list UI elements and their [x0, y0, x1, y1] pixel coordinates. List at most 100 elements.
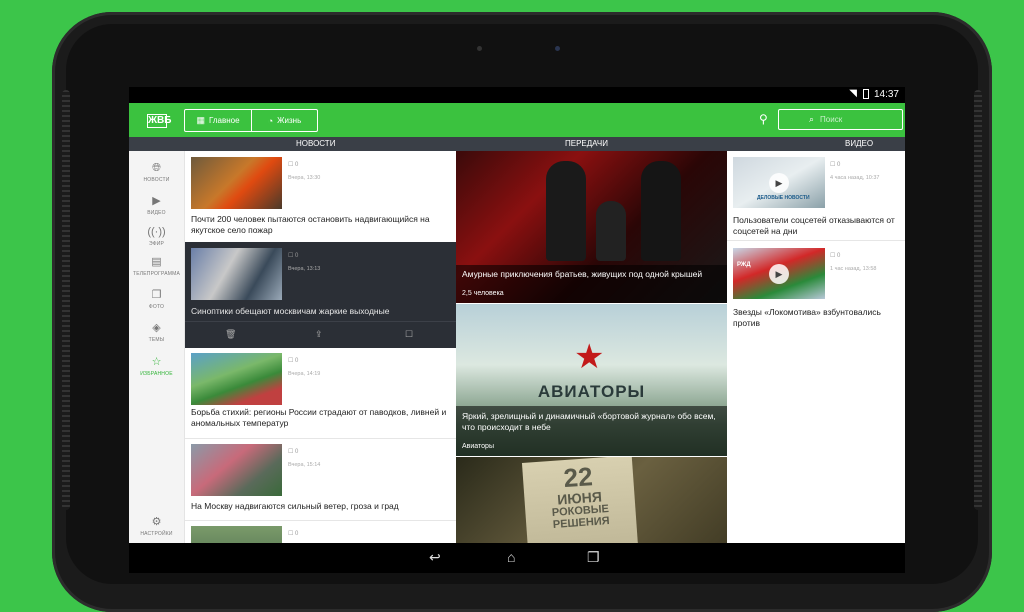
search-input[interactable]: ⌕ Поиск — [778, 109, 903, 130]
video-time: 4 часа назад, 10:37 — [830, 175, 880, 181]
nav-item-news[interactable]: 🌐︎ НОВОСТИ — [129, 161, 184, 183]
clock-icon: ◔ — [267, 115, 274, 126]
show-title: Амурные приключения братьев, живущих под… — [462, 269, 703, 279]
news-time: Вчера, 14:19 — [288, 371, 321, 377]
app-logo[interactable]: ЖВБ — [147, 114, 171, 128]
comments-count: ☐ 0 — [288, 253, 299, 259]
share-icon[interactable]: ⇪ — [315, 329, 323, 340]
photo-icon: ❐ — [151, 289, 162, 301]
nav-item-live[interactable]: ((·)) ЭФИР — [129, 225, 184, 247]
video-title: Звезды «Локомотива» взбунтовались против — [733, 307, 881, 328]
news-actions: 🗑︎ ⇪ ☐ — [185, 321, 456, 348]
video-item[interactable]: ▶ ДЕЛОВЫЕ НОВОСТИ ☐ 0 4 часа назад, 10:3… — [727, 151, 905, 241]
news-item-selected[interactable]: ☐ 0 Вчера, 13:13 Синоптики обещают москв… — [185, 242, 456, 348]
nav-label: ВИДЕО — [147, 210, 166, 216]
location-icon[interactable]: ⚲ — [759, 112, 768, 126]
column-headers: НОВОСТИ ПЕРЕДАЧИ ВИДЕО — [129, 137, 905, 151]
nav-item-favorites[interactable]: ☆ ИЗБРАННОЕ — [129, 355, 184, 377]
tab-life-label: Жизнь — [277, 116, 302, 125]
thumb-label: ДЕЛОВЫЕ НОВОСТИ — [757, 195, 810, 201]
column-header-shows: ПЕРЕДАЧИ — [565, 139, 608, 148]
nav-label: НОВОСТИ — [143, 177, 170, 183]
status-bar: ◥ 14:37 — [129, 87, 905, 103]
tab-main-label: Главное — [208, 116, 240, 125]
globe-icon: 🌐︎ — [152, 162, 161, 174]
news-title: Синоптики обещают москвичам жаркие выход… — [191, 306, 390, 316]
video-title: Пользователи соцсетей отказываются от со… — [733, 215, 895, 236]
side-nav: 🌐︎ НОВОСТИ ▶ ВИДЕО ((·)) ЭФИР ▤ ТЕЛЕПРОГ… — [129, 151, 185, 573]
battery-icon — [863, 89, 869, 99]
tablet-screen: ◥ 14:37 ЖВБ ▦ Главное ◔ Жизнь ⚲ ⌕ Поиск … — [129, 87, 905, 573]
news-thumbnail — [191, 248, 282, 300]
show-name: Авиаторы — [462, 443, 494, 450]
video-column: ▶ ДЕЛОВЫЕ НОВОСТИ ☐ 0 4 часа назад, 10:3… — [727, 151, 905, 573]
clock: 14:37 — [873, 89, 899, 100]
comments-count: ☐ 0 — [288, 449, 299, 455]
play-icon: ▶ — [152, 195, 161, 207]
news-time: Вчера, 13:30 — [288, 175, 321, 181]
video-item[interactable]: ▶ РЖД ☐ 0 1 час назад, 13:58 Звезды «Лок… — [727, 241, 905, 328]
comments-count: ☐ 0 — [830, 253, 841, 259]
gear-icon: ⚙ — [151, 516, 162, 528]
column-header-news: НОВОСТИ — [296, 139, 336, 148]
tab-main[interactable]: ▦ Главное — [185, 110, 251, 131]
front-camera — [555, 46, 560, 51]
back-icon[interactable]: ↩ — [429, 549, 441, 566]
news-item[interactable]: ☐ 0 Вчера, 13:30 Почти 200 человек пытаю… — [185, 151, 456, 243]
section-tabs: ▦ Главное ◔ Жизнь — [184, 109, 318, 132]
shows-column: Амурные приключения братьев, живущих под… — [456, 151, 727, 573]
show-title: Яркий, зрелищный и динамичный «бортовой … — [462, 411, 716, 432]
nav-label: ЭФИР — [148, 241, 165, 247]
speaker-right — [974, 90, 982, 510]
thumb-label: РЖД — [737, 262, 751, 268]
nav-label: ФОТО — [148, 304, 165, 310]
news-time: Вчера, 15:14 — [288, 462, 321, 468]
delete-icon[interactable]: 🗑︎ — [225, 329, 236, 340]
show-card[interactable]: Амурные приключения братьев, живущих под… — [456, 151, 727, 303]
nav-item-topics[interactable]: ◈ ТЕМЫ — [129, 321, 184, 343]
broadcast-icon: ((·)) — [147, 226, 166, 238]
app-bar: ЖВБ ▦ Главное ◔ Жизнь ⚲ ⌕ Поиск — [129, 103, 905, 137]
nav-label: ТЕМЫ — [148, 337, 165, 343]
news-title: Почти 200 человек пытаются остановить на… — [191, 214, 430, 235]
nav-item-settings[interactable]: ⚙ НАСТРОЙКИ — [129, 515, 184, 537]
comments-count: ☐ 0 — [288, 531, 299, 537]
show-caption: Амурные приключения братьев, живущих под… — [456, 265, 727, 303]
recent-apps-icon[interactable]: ❐ — [587, 549, 600, 566]
nav-label: ТЕЛЕПРОГРАММА — [132, 271, 181, 277]
speaker-left — [62, 90, 70, 510]
play-icon: ▶ — [769, 173, 789, 193]
nav-item-photo[interactable]: ❐ ФОТО — [129, 288, 184, 310]
light-sensor — [477, 46, 482, 51]
news-time: Вчера, 13:13 — [288, 266, 321, 272]
star-logo-icon: ★ — [574, 338, 605, 376]
star-icon: ☆ — [151, 356, 162, 368]
tab-life[interactable]: ◔ Жизнь — [251, 110, 317, 131]
nav-label: НАСТРОЙКИ — [140, 531, 173, 537]
show-person-figure — [641, 161, 681, 261]
news-item[interactable]: ☐ 0 Вчера, 15:14 На Москву надвигаются с… — [185, 438, 456, 521]
show-logo-text: АВИАТОРЫ — [537, 382, 646, 401]
show-name: 2,5 человека — [462, 290, 504, 297]
comments-count: ☐ 0 — [288, 358, 299, 364]
show-card[interactable]: ★ АВИАТОРЫ Яркий, зрелищный и динамичный… — [456, 304, 727, 456]
home-icon[interactable]: ⌂ — [507, 549, 515, 565]
show-caption: Яркий, зрелищный и динамичный «бортовой … — [456, 406, 727, 456]
news-item[interactable]: ☐ 0 Вчера, 14:19 Борьба стихий: регионы … — [185, 347, 456, 439]
comments-count: ☐ 0 — [830, 162, 841, 168]
news-title: Борьба стихий: регионы России страдают о… — [191, 407, 447, 428]
comments-count: ☐ 0 — [288, 162, 299, 168]
nav-item-tvguide[interactable]: ▤ ТЕЛЕПРОГРАММА — [129, 255, 184, 277]
play-icon: ▶ — [769, 264, 789, 284]
nav-label: ИЗБРАННОЕ — [140, 371, 173, 377]
comment-icon[interactable]: ☐ — [405, 329, 413, 340]
nav-item-video[interactable]: ▶ ВИДЕО — [129, 194, 184, 216]
tag-icon: ◈ — [152, 322, 161, 334]
video-time: 1 час назад, 13:58 — [830, 266, 877, 272]
grid-icon: ▦ — [196, 115, 205, 125]
column-header-video: ВИДЕО — [845, 139, 874, 148]
search-icon: ⌕ — [809, 114, 815, 124]
news-thumbnail — [191, 444, 282, 496]
video-thumbnail: ▶ ДЕЛОВЫЕ НОВОСТИ — [733, 157, 825, 208]
video-thumbnail: ▶ РЖД — [733, 248, 825, 299]
